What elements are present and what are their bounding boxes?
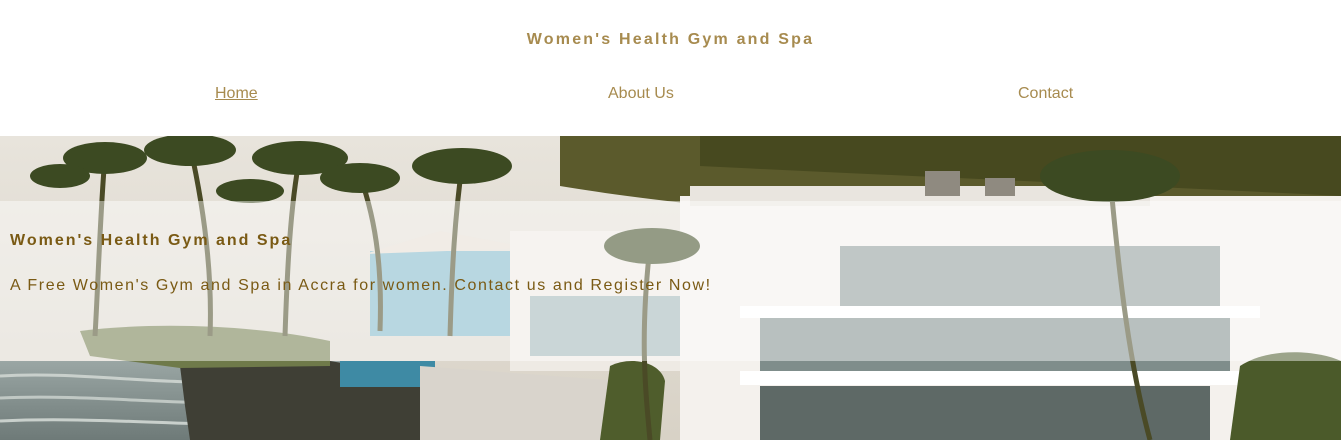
main-nav: Home About Us Contact <box>0 85 1341 105</box>
nav-home-link[interactable]: Home <box>215 85 258 103</box>
hero-subtitle: A Free Women's Gym and Spa in Accra for … <box>10 277 712 294</box>
site-title: Women's Health Gym and Spa <box>526 31 815 48</box>
hero-banner: Women's Health Gym and Spa A Free Women'… <box>0 136 1341 440</box>
nav-contact-link[interactable]: Contact <box>1018 85 1073 103</box>
nav-about-us-link[interactable]: About Us <box>608 85 674 103</box>
hero-title: Women's Health Gym and Spa <box>10 232 293 249</box>
